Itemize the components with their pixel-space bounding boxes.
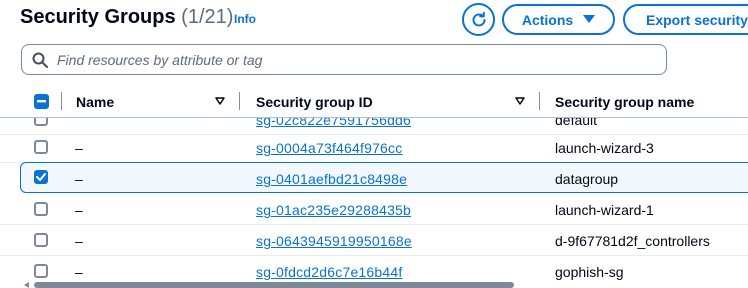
table-row[interactable]: – sg-0643945919950168e d-9f67781d2f_cont…	[0, 225, 748, 256]
row-checkbox[interactable]	[34, 170, 48, 184]
security-group-id-link[interactable]: sg-0004a73f464f976cc	[256, 140, 402, 156]
table-body: sg-02c822e7591756dd6 default – sg-0004a7…	[0, 118, 748, 280]
search-input[interactable]	[57, 51, 617, 68]
search-icon	[32, 52, 48, 68]
indeterminate-icon	[37, 100, 46, 103]
row-checkbox[interactable]	[34, 118, 48, 126]
search-field[interactable]	[21, 44, 667, 75]
column-divider	[61, 92, 62, 110]
info-link[interactable]: Info	[234, 12, 256, 26]
name-cell: –	[75, 233, 83, 249]
column-header-name[interactable]: Name	[76, 94, 114, 110]
sort-caret-icon[interactable]	[214, 95, 226, 107]
table-row[interactable]: – sg-0fdcd2d6c7e16b44f gophish-sg	[0, 256, 748, 280]
name-cell: –	[75, 140, 83, 156]
sort-caret-icon[interactable]	[514, 95, 526, 107]
security-group-id-link[interactable]: sg-02c822e7591756dd6	[256, 118, 411, 128]
security-group-name: default	[555, 118, 598, 128]
security-group-id-link[interactable]: sg-01ac235e29288435b	[256, 202, 411, 218]
export-label: Export security	[646, 11, 748, 28]
security-group-name: launch-wizard-1	[555, 202, 654, 218]
refresh-button[interactable]	[462, 3, 495, 36]
select-all-checkbox[interactable]	[34, 94, 49, 109]
row-checkbox[interactable]	[34, 140, 48, 154]
scroll-left-icon[interactable]	[24, 282, 29, 288]
row-checkbox[interactable]	[34, 202, 48, 216]
page-title: Security Groups (1/21)	[20, 6, 233, 29]
table-row-selected[interactable]: – sg-0401aefbd21c8498e datagroup	[20, 162, 748, 193]
security-group-name: launch-wizard-3	[555, 140, 654, 156]
security-group-id-link[interactable]: sg-0401aefbd21c8498e	[256, 171, 407, 187]
name-cell: –	[75, 202, 83, 218]
refresh-icon	[472, 11, 485, 26]
export-button[interactable]: Export security	[623, 4, 748, 35]
security-group-name: gophish-sg	[555, 264, 624, 280]
table-row[interactable]: – sg-0004a73f464f976cc launch-wizard-3	[0, 132, 748, 163]
actions-button[interactable]: Actions	[502, 4, 615, 35]
actions-label: Actions	[521, 11, 574, 28]
security-group-id-link[interactable]: sg-0643945919950168e	[256, 233, 412, 249]
name-cell: –	[75, 171, 83, 187]
security-group-name: datagroup	[555, 171, 619, 187]
row-checkbox[interactable]	[34, 264, 48, 278]
selection-count: (1/21)	[181, 6, 234, 28]
table-header: Name Security group ID Security group na…	[0, 86, 748, 118]
row-checkbox[interactable]	[34, 233, 48, 247]
table-row[interactable]: – sg-01ac235e29288435b launch-wizard-1	[0, 194, 748, 225]
column-divider[interactable]	[239, 92, 240, 110]
security-group-id-link[interactable]: sg-0fdcd2d6c7e16b44f	[256, 264, 402, 280]
check-icon	[36, 173, 46, 181]
caret-down-icon	[583, 15, 596, 23]
column-header-security-group-id[interactable]: Security group ID	[256, 94, 373, 110]
page-title-text: Security Groups	[20, 6, 176, 28]
horizontal-scrollbar[interactable]	[34, 282, 514, 288]
name-cell: –	[75, 264, 83, 280]
security-group-name: d-9f67781d2f_controllers	[555, 233, 710, 249]
column-divider[interactable]	[539, 92, 540, 110]
column-header-security-group-name[interactable]: Security group name	[555, 94, 694, 110]
page-header: Security Groups (1/21) Info Actions Expo…	[0, 0, 748, 40]
